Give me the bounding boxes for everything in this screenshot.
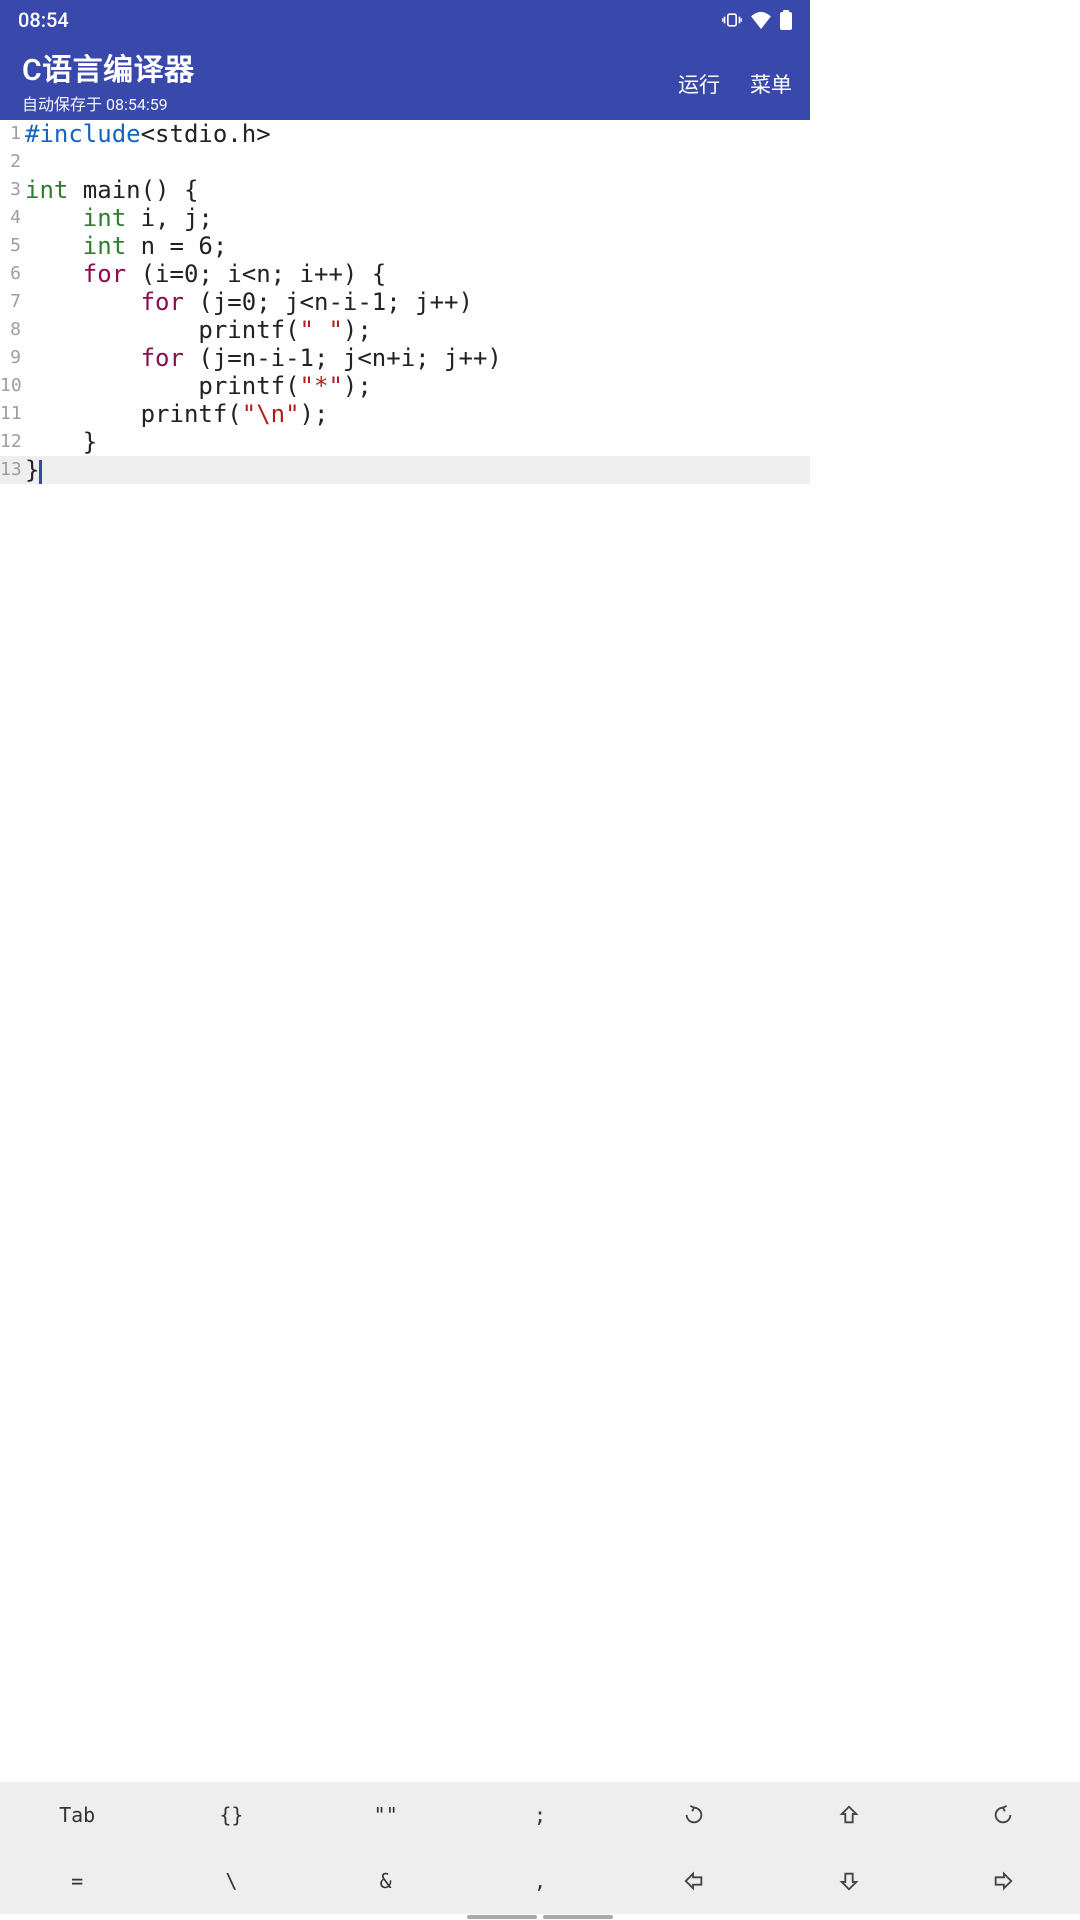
code-text[interactable]: int main() { xyxy=(25,176,198,204)
code-line[interactable]: 3int main() { xyxy=(0,176,810,204)
key-ampersand[interactable]: & xyxy=(309,1848,463,1914)
text-cursor xyxy=(39,460,42,484)
code-line[interactable]: 5 int n = 6; xyxy=(0,232,810,260)
redo-button[interactable] xyxy=(926,1782,1080,1848)
code-text[interactable]: #include<stdio.h> xyxy=(25,120,271,148)
line-number: 12 xyxy=(0,428,25,456)
vibrate-icon xyxy=(722,12,742,28)
android-nav-bar xyxy=(0,1914,1080,1920)
code-text[interactable]: int n = 6; xyxy=(25,232,227,260)
app-bar: C语言编译器 自动保存于 08:54:59 运行 菜单 xyxy=(0,40,810,120)
undo-icon xyxy=(683,1804,705,1826)
key-semicolon[interactable]: ; xyxy=(463,1782,617,1848)
key-equals[interactable]: = xyxy=(0,1848,154,1914)
code-text[interactable]: printf("\n"); xyxy=(25,400,328,428)
line-number: 6 xyxy=(0,260,25,288)
nav-handle[interactable] xyxy=(543,1915,613,1919)
key-braces[interactable]: {} xyxy=(154,1782,308,1848)
code-text[interactable]: } xyxy=(25,456,42,484)
code-editor[interactable]: 1#include<stdio.h>23int main() {4 int i,… xyxy=(0,120,810,1302)
nav-handle[interactable] xyxy=(467,1915,537,1919)
code-text[interactable]: } xyxy=(25,428,97,456)
code-line[interactable]: 8 printf(" "); xyxy=(0,316,810,344)
status-time: 08:54 xyxy=(18,8,69,32)
redo-icon xyxy=(992,1804,1014,1826)
line-number: 1 xyxy=(0,120,25,148)
keyboard-toolbar: Tab {} "" ; = \ & , xyxy=(0,1782,1080,1914)
code-line[interactable]: 7 for (j=0; j<n-i-1; j++) xyxy=(0,288,810,316)
autosave-status: 自动保存于 08:54:59 xyxy=(22,91,678,115)
arrow-left-button[interactable] xyxy=(617,1848,771,1914)
undo-button[interactable] xyxy=(617,1782,771,1848)
code-line[interactable]: 10 printf("*"); xyxy=(0,372,810,400)
line-number: 10 xyxy=(0,372,25,400)
code-text[interactable]: for (j=n-i-1; j<n+i; j++) xyxy=(25,344,502,372)
line-number: 4 xyxy=(0,204,25,232)
code-line[interactable]: 9 for (j=n-i-1; j<n+i; j++) xyxy=(0,344,810,372)
code-line[interactable]: 12 } xyxy=(0,428,810,456)
key-comma[interactable]: , xyxy=(463,1848,617,1914)
app-title: C语言编译器 xyxy=(22,45,678,89)
key-quotes[interactable]: "" xyxy=(309,1782,463,1848)
code-text[interactable]: for (i=0; i<n; i++) { xyxy=(25,260,386,288)
code-text[interactable]: printf(" "); xyxy=(25,316,372,344)
arrow-down-icon xyxy=(838,1870,860,1892)
code-text[interactable]: for (j=0; j<n-i-1; j++) xyxy=(25,288,473,316)
arrow-down-button[interactable] xyxy=(771,1848,925,1914)
code-line[interactable]: 11 printf("\n"); xyxy=(0,400,810,428)
wifi-icon xyxy=(750,11,772,29)
code-line[interactable]: 1#include<stdio.h> xyxy=(0,120,810,148)
code-line[interactable]: 2 xyxy=(0,148,810,176)
line-number: 13 xyxy=(0,456,25,484)
line-number: 11 xyxy=(0,400,25,428)
battery-icon xyxy=(780,10,792,30)
menu-button[interactable]: 菜单 xyxy=(750,69,792,99)
arrow-left-icon xyxy=(683,1870,705,1892)
code-text[interactable]: int i, j; xyxy=(25,204,213,232)
line-number: 5 xyxy=(0,232,25,260)
arrow-right-button[interactable] xyxy=(926,1848,1080,1914)
code-line[interactable]: 6 for (i=0; i<n; i++) { xyxy=(0,260,810,288)
code-line[interactable]: 13} xyxy=(0,456,810,484)
status-bar: 08:54 xyxy=(0,0,810,40)
run-button[interactable]: 运行 xyxy=(678,69,720,99)
shift-up-button[interactable] xyxy=(771,1782,925,1848)
arrow-right-icon xyxy=(992,1870,1014,1892)
code-line[interactable]: 4 int i, j; xyxy=(0,204,810,232)
status-icons xyxy=(722,10,792,30)
arrow-up-outline-icon xyxy=(838,1804,860,1826)
line-number: 3 xyxy=(0,176,25,204)
key-backslash[interactable]: \ xyxy=(154,1848,308,1914)
line-number: 2 xyxy=(0,148,25,176)
line-number: 7 xyxy=(0,288,25,316)
code-text[interactable]: printf("*"); xyxy=(25,372,372,400)
key-tab[interactable]: Tab xyxy=(0,1782,154,1848)
line-number: 9 xyxy=(0,344,25,372)
line-number: 8 xyxy=(0,316,25,344)
